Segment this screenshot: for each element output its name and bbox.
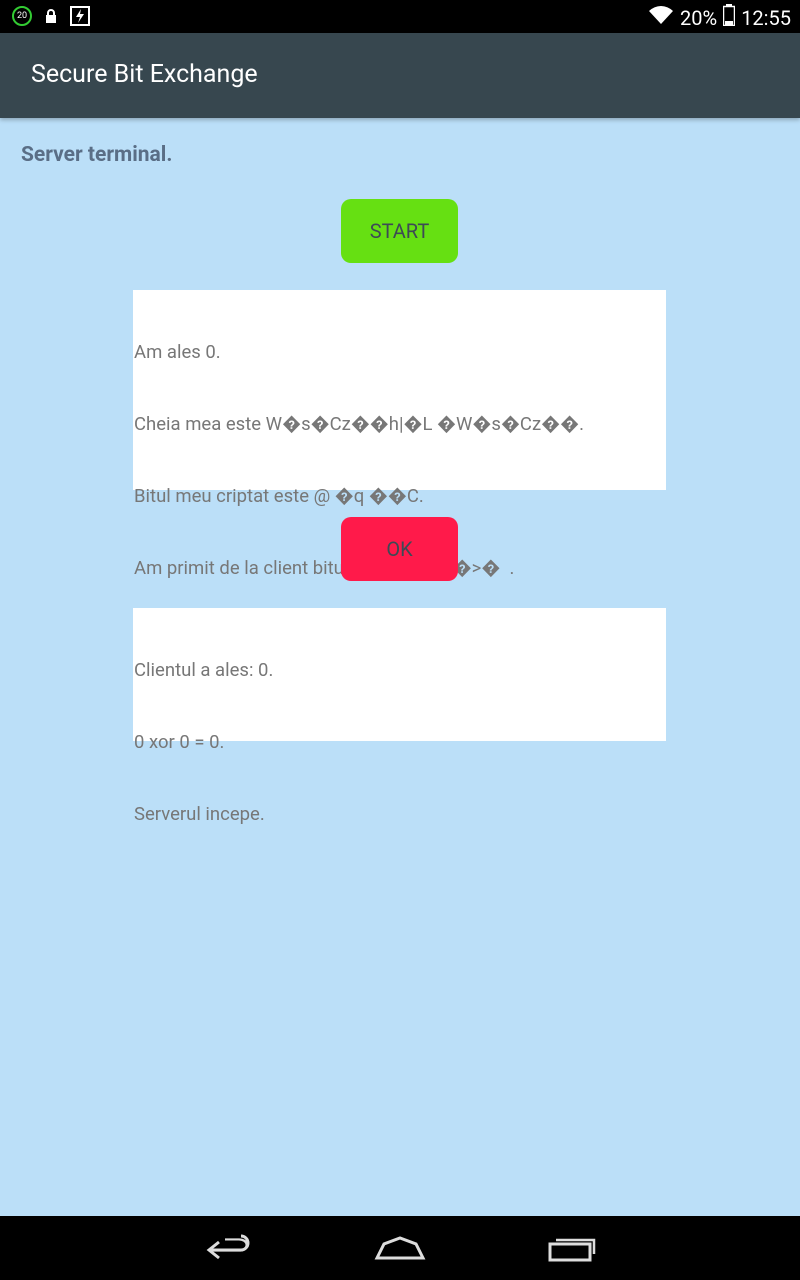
navigation-bar bbox=[0, 1216, 800, 1280]
home-icon[interactable] bbox=[374, 1232, 426, 1268]
battery-icon bbox=[722, 4, 736, 31]
battery-percent: 20% bbox=[680, 5, 718, 30]
page-heading: Server terminal. bbox=[21, 143, 173, 167]
start-button[interactable]: START bbox=[341, 199, 458, 263]
flash-icon bbox=[70, 6, 90, 26]
recents-icon[interactable] bbox=[548, 1232, 596, 1268]
clock: 12:55 bbox=[741, 5, 791, 30]
log-line: Am ales 0. bbox=[134, 341, 221, 363]
wifi-icon bbox=[648, 5, 674, 30]
server-log-textbox: Am ales 0. Cheia mea este W�s�Cz��h|�L �… bbox=[133, 290, 666, 579]
ok-button[interactable]: OK bbox=[341, 517, 458, 581]
result-line: 0 xor 0 = 0. bbox=[134, 731, 225, 753]
status-bar: 20 20% 12:55 bbox=[0, 0, 800, 33]
back-icon[interactable] bbox=[205, 1232, 253, 1268]
log-line: Bitul meu criptat este @ �q ��C. bbox=[134, 485, 424, 507]
app-title: Secure Bit Exchange bbox=[31, 60, 258, 89]
lock-icon bbox=[44, 8, 58, 24]
result-line: Clientul a ales: 0. bbox=[134, 659, 274, 681]
log-line: Cheia mea este W�s�Cz��h|�L �W�s�Cz��. bbox=[134, 413, 584, 435]
app-bar: Secure Bit Exchange bbox=[0, 33, 800, 118]
result-line: Serverul incepe. bbox=[134, 803, 265, 825]
result-textbox: Clientul a ales: 0. 0 xor 0 = 0. Serveru… bbox=[133, 608, 666, 825]
notification-badge-icon: 20 bbox=[12, 6, 32, 26]
